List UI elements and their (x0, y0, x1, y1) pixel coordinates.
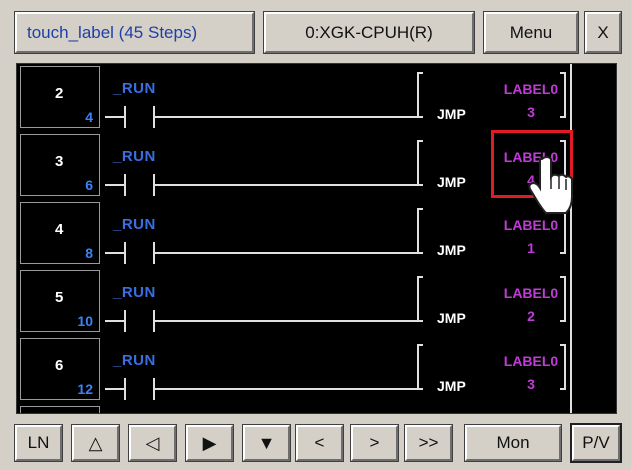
ladder-view[interactable]: 2 4 _RUN JMP LABEL0 3 3 6 _RUN JMP LABEL… (16, 63, 617, 414)
close-button[interactable]: X (584, 11, 622, 54)
hand-pointer-icon (528, 156, 573, 214)
label-argument: 2 (527, 308, 535, 324)
label-name: LABEL0 (503, 81, 559, 97)
down-arrow-button[interactable]: ▼ (242, 424, 291, 462)
step-box: 5 10 (20, 270, 100, 332)
label-name: LABEL0 (503, 285, 559, 301)
instruction-name: JMP (437, 378, 466, 394)
instruction-bracket-left (417, 140, 423, 186)
wire (154, 116, 417, 118)
step-box: 3 6 (20, 134, 100, 196)
instruction-bracket-right (560, 344, 566, 390)
step-box: 6 12 (20, 338, 100, 400)
label-name: LABEL0 (503, 353, 559, 369)
up-arrow-button[interactable]: △ (71, 424, 120, 462)
right-arrow-button[interactable]: ▶ (185, 424, 234, 462)
instruction-bracket-left (417, 72, 423, 118)
label-argument: 1 (527, 240, 535, 256)
step-address: 10 (77, 313, 93, 329)
wire (154, 320, 417, 322)
wire (105, 116, 125, 118)
instruction-bracket-left (417, 276, 423, 322)
step-address: 8 (85, 245, 93, 261)
wire (105, 320, 125, 322)
mon-button[interactable]: Mon (464, 424, 562, 462)
contact-left-bar (124, 242, 126, 264)
menu-button[interactable]: Menu (483, 11, 579, 54)
next-button[interactable]: > (350, 424, 399, 462)
wire (105, 184, 125, 186)
step-number: 4 (55, 221, 64, 238)
contact-left-bar (124, 310, 126, 332)
step-box (20, 406, 100, 413)
contact-label: _RUN (113, 284, 156, 301)
instruction-name: JMP (437, 242, 466, 258)
contact-label: _RUN (113, 80, 156, 97)
instruction-bracket-right (560, 276, 566, 322)
contact-left-bar (124, 378, 126, 400)
contact-label: _RUN (113, 148, 156, 165)
step-number: 3 (55, 153, 64, 170)
label-argument: 3 (527, 104, 535, 120)
wire (154, 388, 417, 390)
step-address: 4 (85, 109, 93, 125)
prev-button[interactable]: < (295, 424, 344, 462)
step-address: 12 (77, 381, 93, 397)
contact-label: _RUN (113, 216, 156, 233)
step-box: 4 8 (20, 202, 100, 264)
label-argument: 3 (527, 376, 535, 392)
left-arrow-button[interactable]: ◁ (128, 424, 177, 462)
instruction-name: JMP (437, 174, 466, 190)
wire (105, 388, 125, 390)
ln-button[interactable]: LN (14, 424, 63, 462)
label-name: LABEL0 (503, 217, 559, 233)
instruction-bracket-right (560, 72, 566, 118)
right-power-rail (570, 64, 572, 413)
instruction-bracket-left (417, 344, 423, 390)
instruction-name: JMP (437, 310, 466, 326)
wire (154, 252, 417, 254)
instruction-name: JMP (437, 106, 466, 122)
wire (154, 184, 417, 186)
wire (105, 252, 125, 254)
contact-label: _RUN (113, 352, 156, 369)
step-number: 6 (55, 357, 64, 374)
instruction-bracket-left (417, 208, 423, 254)
contact-left-bar (124, 174, 126, 196)
step-address: 6 (85, 177, 93, 193)
cpu-button[interactable]: 0:XGK-CPUH(R) (263, 11, 475, 54)
step-number: 5 (55, 289, 64, 306)
contact-left-bar (124, 106, 126, 128)
step-box: 2 4 (20, 66, 100, 128)
pv-button[interactable]: P/V (570, 423, 622, 463)
program-title-button[interactable]: touch_label (45 Steps) (14, 11, 255, 54)
step-number: 2 (55, 85, 64, 102)
fast-forward-button[interactable]: >> (404, 424, 453, 462)
